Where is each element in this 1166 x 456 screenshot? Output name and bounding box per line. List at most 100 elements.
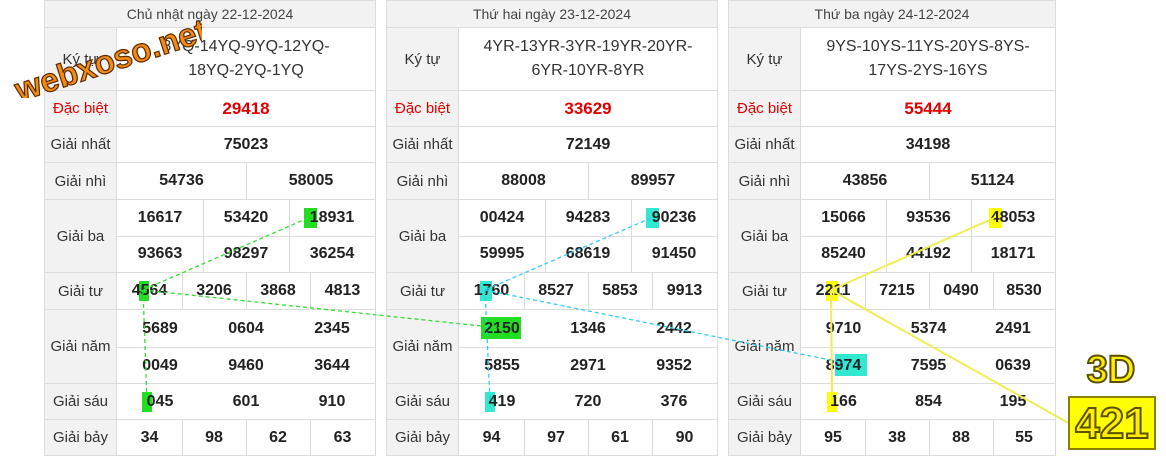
tu-value: 3206 — [196, 282, 232, 299]
tu-value: 8527 — [538, 282, 574, 299]
tu-row: Giải tư 1760 8527 5853 9913 — [386, 273, 718, 310]
nhat-label: Giải nhất — [387, 127, 459, 162]
ba-value: 93536 — [906, 209, 951, 226]
bay-value: 94 — [482, 428, 501, 446]
nam-label: Giải năm — [45, 310, 117, 383]
nam-value: 8974 — [825, 356, 862, 374]
dacbiet-label: Đặc biệt — [729, 91, 801, 126]
nam-value: 5689 — [142, 319, 178, 337]
sau-value: 045 — [146, 392, 174, 410]
tu-value: 4813 — [324, 282, 361, 299]
bay-value: 90 — [675, 428, 694, 446]
sau-label: Giải sáu — [729, 384, 801, 419]
ba-label: Giải ba — [45, 200, 117, 272]
nam-value: 3644 — [314, 356, 350, 374]
nhi-value: 88008 — [501, 172, 546, 189]
nhi-row: Giải nhì 43856 51124 — [728, 163, 1056, 200]
date-header: Thứ ba ngày 24-12-2024 — [728, 0, 1056, 28]
tu-value: 0490 — [943, 282, 979, 299]
nam-row: Giải năm 9710 5374 2491 8974 7595 0639 — [728, 310, 1056, 384]
bay-value: 95 — [824, 428, 842, 446]
sau-value: 910 — [318, 392, 346, 410]
webxoso-logo: webxoso.net — [9, 11, 202, 98]
bay-value: 38 — [888, 428, 906, 446]
kytu-value: 9YS-10YS-11YS-20YS-8YS- 17YS-2YS-16YS — [826, 38, 1030, 79]
ba-row: Giải ba 16617 53420 18931 93663 98297 36… — [44, 200, 376, 273]
bay-value: 97 — [547, 428, 565, 446]
bay-value: 88 — [952, 428, 970, 446]
sau-row: Giải sáu 045 601 910 — [44, 384, 376, 420]
tu-value: 8530 — [1006, 282, 1042, 299]
nhat-row: Giải nhất 72149 — [386, 127, 718, 163]
bay-label: Giải bảy — [729, 420, 801, 455]
ba-value: 44192 — [906, 245, 951, 262]
tu-label: Giải tư — [45, 273, 117, 309]
nam-value: 2150 — [484, 319, 520, 337]
nhi-row: Giải nhì 54736 58005 — [44, 163, 376, 200]
sau-value: 376 — [660, 392, 688, 410]
nam-value: 9710 — [825, 319, 862, 337]
ba-row: Giải ba 00424 94283 90236 59995 68619 91… — [386, 200, 718, 273]
bay-label: Giải bảy — [387, 420, 459, 455]
nam-row: Giải năm 5689 0604 2345 0049 9460 3644 — [44, 310, 376, 384]
nhat-row: Giải nhất 34198 — [728, 127, 1056, 163]
logo-text: webxoso.net — [9, 11, 202, 98]
bay-value: 63 — [333, 428, 352, 446]
tu-value: 5853 — [602, 282, 638, 299]
nam-value: 2345 — [314, 319, 350, 337]
sau-value: 166 — [830, 392, 857, 410]
nam-value: 5855 — [484, 356, 520, 374]
sau-value: 419 — [488, 392, 516, 410]
ba-row: Giải ba 15066 93536 48053 85240 44192 18… — [728, 200, 1056, 273]
dacbiet-value: 55444 — [904, 98, 952, 118]
nhi-label: Giải nhì — [387, 163, 459, 199]
bay-value: 55 — [1015, 428, 1033, 446]
kytu-label: Ký tự — [729, 28, 801, 90]
nhi-value: 51124 — [970, 172, 1015, 189]
tu-row: Giải tư 4564 3206 3868 4813 — [44, 273, 376, 310]
nam-row: Giải năm 2150 1346 2442 5855 2971 9352 — [386, 310, 718, 384]
tu-value: 7215 — [879, 282, 915, 299]
nhi-value: 43856 — [842, 172, 888, 189]
nhi-label: Giải nhì — [45, 163, 117, 199]
nhi-value: 54736 — [159, 172, 204, 189]
result-table-day-3: Thứ ba ngày 24-12-2024 Ký tự 9YS-10YS-11… — [728, 0, 1056, 456]
date-header: Thứ hai ngày 23-12-2024 — [386, 0, 718, 28]
dacbiet-row: Đặc biệt 33629 — [386, 91, 718, 127]
kytu-row: Ký tự 9YS-10YS-11YS-20YS-8YS- 17YS-2YS-16… — [728, 28, 1056, 91]
tu-label: Giải tư — [729, 273, 801, 309]
ba-label: Giải ba — [729, 200, 801, 272]
nhat-label: Giải nhất — [729, 127, 801, 162]
nam-value: 2971 — [570, 356, 606, 374]
tu-value: 9913 — [666, 282, 703, 299]
ba-value: 15066 — [821, 209, 866, 226]
nhat-value: 34198 — [905, 135, 951, 153]
ba-value: 68619 — [565, 245, 611, 262]
bay-value: 34 — [140, 428, 159, 446]
sau-label: Giải sáu — [387, 384, 459, 419]
ba-value: 18931 — [309, 209, 355, 226]
ba-value: 94283 — [565, 209, 611, 226]
badge-label: 3D — [1086, 349, 1137, 391]
result-table-day-2: Thứ hai ngày 23-12-2024 Ký tự 4YR-13YR-3… — [386, 0, 718, 456]
ba-value: 98297 — [223, 245, 269, 262]
ba-value: 16617 — [137, 209, 183, 226]
sau-value: 195 — [999, 392, 1027, 410]
dacbiet-label: Đặc biệt — [387, 91, 459, 126]
nhat-value: 75023 — [223, 135, 269, 153]
badge-number: 421 — [1068, 396, 1156, 450]
nhi-value: 58005 — [288, 172, 334, 189]
nhi-row: Giải nhì 88008 89957 — [386, 163, 718, 200]
nam-value: 0604 — [228, 319, 264, 337]
bay-row: Giải bảy 34 98 62 63 — [44, 420, 376, 456]
sau-label: Giải sáu — [45, 384, 117, 419]
nam-value: 5374 — [910, 319, 947, 337]
nhat-label: Giải nhất — [45, 127, 117, 162]
sau-value: 854 — [915, 392, 942, 410]
nam-label: Giải năm — [387, 310, 459, 383]
bay-value: 61 — [611, 428, 629, 446]
ba-value: 59995 — [479, 245, 525, 262]
tu-row: Giải tư 2211 7215 0490 8530 — [728, 273, 1056, 310]
ba-value: 90236 — [651, 209, 697, 226]
bay-row: Giải bảy 95 38 88 55 — [728, 420, 1056, 456]
